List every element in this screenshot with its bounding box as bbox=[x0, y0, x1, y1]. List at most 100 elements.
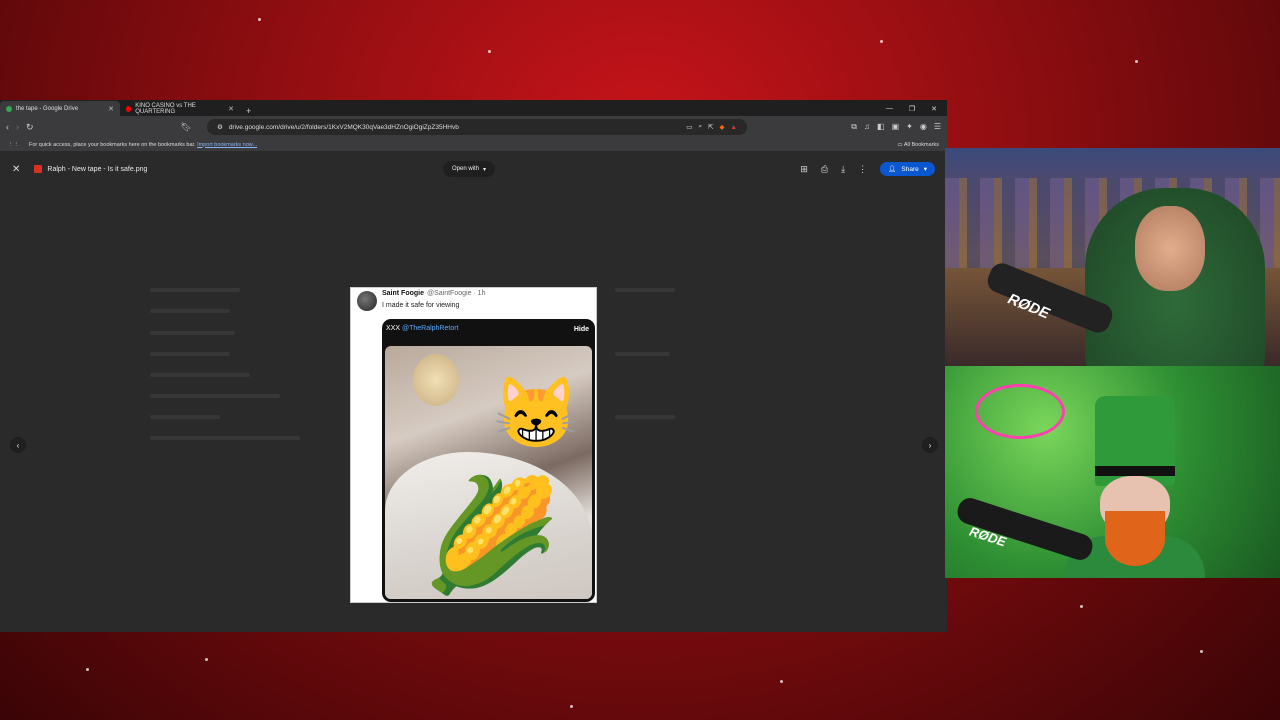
avatar bbox=[357, 291, 377, 311]
share-label: Share bbox=[901, 165, 919, 173]
next-file-icon[interactable]: › bbox=[922, 437, 938, 453]
sparkle bbox=[1200, 650, 1203, 653]
ghost-row bbox=[150, 436, 300, 440]
chevron-down-icon: ▾ bbox=[483, 166, 487, 173]
puzzle-icon[interactable]: ✦ bbox=[906, 122, 913, 132]
tab-strip: the tape - Google Drive ✕ KINO CASINO vs… bbox=[0, 100, 947, 116]
image-file-icon bbox=[34, 165, 43, 173]
media-icon[interactable]: ♫ bbox=[864, 122, 870, 132]
share-button[interactable]: 👤︎ Share ▾ bbox=[880, 162, 935, 176]
photo-detail bbox=[413, 354, 459, 406]
all-bookmarks-label: All Bookmarks bbox=[903, 141, 939, 148]
open-with-button[interactable]: Open with ▾ bbox=[443, 161, 496, 177]
bookmarks-bar: ⋮⋮ For quick access, place your bookmark… bbox=[0, 138, 947, 152]
streamer-face bbox=[1135, 206, 1205, 291]
sparkle bbox=[86, 668, 89, 671]
webcam-top: RØDE bbox=[945, 148, 1280, 366]
address-bar[interactable]: ⚙︎ drive.google.com/drive/u/2/folders/1K… bbox=[206, 119, 747, 135]
add-comment-icon[interactable]: ⊞ bbox=[800, 164, 808, 175]
folder-icon: ▭ bbox=[897, 141, 903, 148]
back-icon[interactable]: ‹ bbox=[6, 122, 9, 132]
sidebar-icon[interactable]: ◧ bbox=[877, 122, 885, 132]
download-icon[interactable]: ⤓ bbox=[841, 164, 845, 175]
sparkle bbox=[258, 18, 261, 21]
ghost-row bbox=[150, 373, 250, 377]
bookmarks-message: For quick access, place your bookmarks h… bbox=[29, 142, 257, 148]
url-text: drive.google.com/drive/u/2/folders/1KxV2… bbox=[228, 123, 459, 131]
more-options-icon[interactable]: ⋮ bbox=[858, 164, 867, 175]
close-viewer-icon[interactable]: ✕ bbox=[12, 164, 20, 175]
forward-icon[interactable]: › bbox=[16, 122, 19, 132]
youtube-favicon-icon bbox=[126, 105, 132, 112]
tweet-author: Saint Foogie @SaintFoogie · 1h bbox=[382, 290, 485, 297]
tab-youtube[interactable]: KINO CASINO vs THE QUARTERING ✕ bbox=[120, 101, 240, 116]
ghost-row bbox=[615, 352, 670, 356]
sparkle bbox=[780, 680, 783, 683]
previous-file-icon[interactable]: ‹ bbox=[10, 437, 26, 453]
chevron-down-icon: ▾ bbox=[923, 166, 927, 173]
menu-icon[interactable]: ☰ bbox=[934, 122, 941, 132]
sparkle bbox=[1080, 605, 1083, 608]
minimize-icon[interactable]: — bbox=[886, 105, 893, 112]
shield-icon[interactable]: ◆ bbox=[720, 123, 725, 131]
file-viewer: ✕ Ralph - New tape - Is it safe.png Open… bbox=[0, 152, 947, 632]
extensions: ⧉ ♫ ◧ ▣ ✦ ◉ ☰ bbox=[851, 122, 941, 132]
cast-icon[interactable]: ▭ bbox=[686, 123, 692, 131]
bookmarks-hint: For quick access, place your bookmarks h… bbox=[29, 141, 196, 148]
orange-beard bbox=[1105, 511, 1165, 566]
import-bookmarks-link[interactable]: Import bookmarks now... bbox=[197, 142, 257, 148]
apps-icon[interactable]: ⋮⋮ bbox=[8, 142, 19, 148]
hat-band bbox=[1095, 466, 1175, 476]
sparkle bbox=[488, 50, 491, 53]
sparkle bbox=[880, 40, 883, 43]
ghost-row bbox=[150, 415, 220, 419]
hide-button: Hide bbox=[573, 326, 589, 333]
close-tab-icon[interactable]: ✕ bbox=[108, 105, 114, 113]
ghost-row bbox=[615, 288, 675, 292]
close-window-icon[interactable]: ✕ bbox=[931, 105, 937, 113]
ghost-row bbox=[150, 331, 235, 335]
tweet-text: I made it safe for viewing bbox=[382, 302, 460, 309]
drive-favicon-icon bbox=[6, 105, 12, 112]
ghost-row bbox=[150, 394, 280, 398]
browser-window: the tape - Google Drive ✕ KINO CASINO vs… bbox=[0, 100, 947, 632]
author-handle: @SaintFoogie · 1h bbox=[427, 290, 486, 297]
share-page-icon[interactable]: ⇱ bbox=[708, 123, 713, 131]
plus-icon[interactable]: + bbox=[240, 106, 257, 116]
bookmark-icon[interactable]: 🔖︎ bbox=[181, 122, 192, 133]
file-name: Ralph - New tape - Is it safe.png bbox=[47, 165, 148, 173]
toolbar: ‹ › ↻ 🔖︎ ⚙︎ drive.google.com/drive/u/2/f… bbox=[0, 116, 947, 138]
neon-sign bbox=[975, 384, 1065, 439]
media-caption: XXX @TheRalphRetort bbox=[386, 325, 459, 332]
tab-google-drive[interactable]: the tape - Google Drive ✕ bbox=[0, 101, 120, 116]
censored-photo: 😸 🌽 bbox=[385, 346, 592, 599]
tweet-image: Saint Foogie @SaintFoogie · 1h I made it … bbox=[350, 287, 597, 603]
reload-icon[interactable]: ↻ bbox=[26, 122, 34, 133]
corn-emoji-icon: 🌽 bbox=[423, 474, 560, 597]
quoted-media: XXX @TheRalphRetort Hide 😸 🌽 bbox=[382, 319, 595, 602]
tab-title: the tape - Google Drive bbox=[16, 105, 79, 112]
close-tab-icon[interactable]: ✕ bbox=[228, 105, 234, 113]
viewer-actions: ⊞ ⎙ ⤓ ⋮ 👤︎ Share ▾ bbox=[800, 162, 935, 176]
site-info-icon[interactable]: ⚙︎ bbox=[217, 123, 223, 131]
zoom-icon[interactable]: ⌕ bbox=[698, 123, 702, 131]
sparkle bbox=[1135, 60, 1138, 63]
media-mention: @TheRalphRetort bbox=[401, 325, 459, 332]
ghost-row bbox=[615, 415, 675, 419]
profile-icon[interactable]: ◉ bbox=[920, 122, 927, 132]
webcam-bottom: RØDE bbox=[945, 366, 1280, 578]
cat-emoji-icon: 😸 bbox=[492, 374, 580, 452]
restore-icon[interactable]: ❐ bbox=[909, 105, 915, 113]
sparkle bbox=[570, 705, 573, 708]
ghost-row bbox=[150, 309, 230, 313]
viewer-header: ✕ Ralph - New tape - Is it safe.png Open… bbox=[0, 160, 947, 178]
extension-icon[interactable]: ⧉ bbox=[851, 122, 857, 132]
alert-icon[interactable]: ▲ bbox=[731, 124, 737, 131]
all-bookmarks-button[interactable]: ▭ All Bookmarks bbox=[897, 142, 947, 148]
wallet-icon[interactable]: ▣ bbox=[892, 122, 900, 132]
media-label: XXX bbox=[386, 325, 401, 332]
people-icon: 👤︎ bbox=[888, 166, 897, 173]
print-icon[interactable]: ⎙ bbox=[821, 164, 828, 175]
ghost-row bbox=[150, 288, 240, 292]
window-controls: — ❐ ✕ bbox=[886, 101, 947, 116]
